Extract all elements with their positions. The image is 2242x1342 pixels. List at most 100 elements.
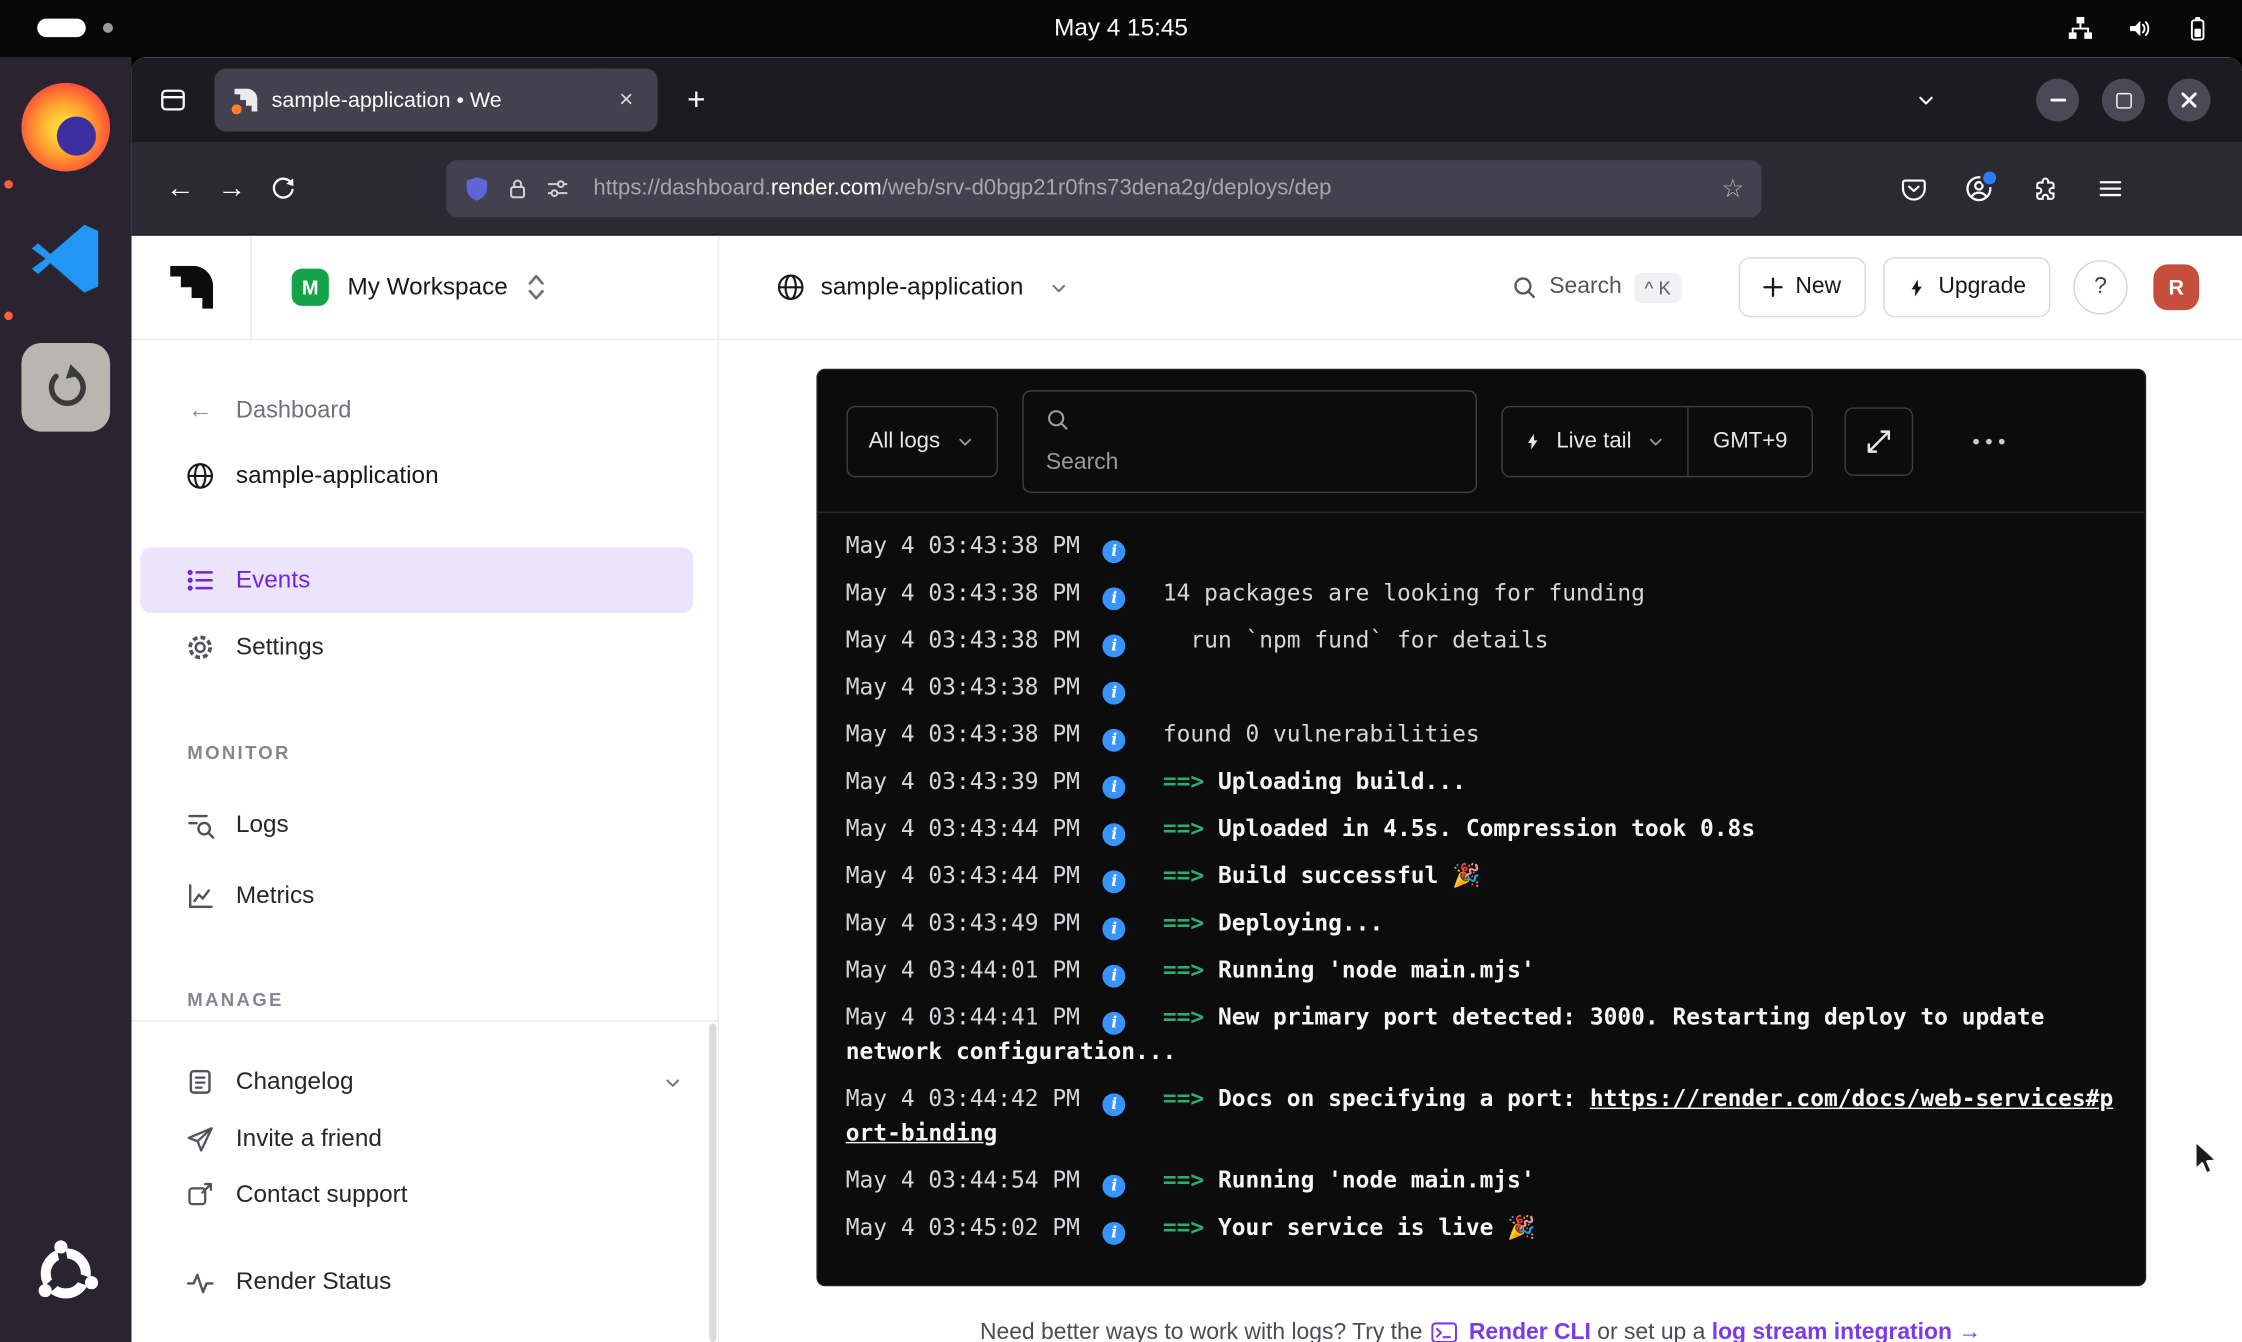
minimize-button[interactable] — [2036, 79, 2079, 122]
chevron-down-icon — [662, 1071, 683, 1092]
changelog-icon — [186, 1068, 215, 1097]
firefox-view-button[interactable] — [149, 76, 198, 125]
upgrade-button[interactable]: Upgrade — [1883, 257, 2051, 317]
network-icon[interactable] — [2068, 16, 2094, 42]
log-entry: May 4 03:45:02 PMi==> Your service is li… — [846, 1205, 2116, 1252]
global-search[interactable]: Search ^ K — [1511, 272, 1681, 302]
list-tabs-button[interactable] — [1902, 76, 1951, 125]
help-label: ? — [2094, 274, 2107, 300]
log-text: Uploading build... — [1218, 767, 1466, 794]
log-timestamp: May 4 03:43:38 PM — [846, 626, 1080, 653]
back-button[interactable]: ← — [154, 163, 205, 214]
plus-icon — [1762, 277, 1782, 297]
tab-favicon — [234, 89, 257, 112]
expand-logs-button[interactable] — [1845, 407, 1914, 476]
sidebar-divider — [132, 1020, 718, 1021]
software-updater-dock-icon[interactable] — [21, 343, 110, 432]
pocket-icon[interactable] — [1887, 163, 1938, 214]
search-label: Search — [1549, 274, 1621, 300]
user-avatar[interactable]: R — [2153, 264, 2199, 310]
log-text: ==> — [1163, 862, 1218, 889]
render-dashboard-page: M My Workspace sample-application Search… — [132, 236, 2242, 1342]
log-text: ==> — [1163, 815, 1218, 842]
new-tab-button[interactable]: + — [672, 76, 721, 125]
workspace-name: My Workspace — [347, 273, 507, 302]
upgrade-button-label: Upgrade — [1938, 274, 2026, 300]
live-tail-label: Live tail — [1556, 428, 1631, 454]
close-button[interactable] — [2168, 79, 2211, 122]
firefox-dock-icon[interactable] — [21, 83, 110, 172]
battery-icon[interactable] — [2185, 16, 2211, 42]
live-tail-dropdown[interactable]: Live tail — [1503, 407, 1688, 476]
chevron-down-icon — [1646, 431, 1666, 451]
new-button-label: New — [1795, 274, 1841, 300]
menu-hamburger-icon[interactable] — [2085, 163, 2136, 214]
vscode-running-dot — [4, 312, 13, 321]
logs-footer-note: Need better ways to work with logs? Try … — [719, 1321, 2242, 1342]
sidebar-item-invite[interactable]: Invite a friend — [186, 1110, 684, 1167]
log-timestamp: May 4 03:43:38 PM — [846, 673, 1080, 700]
sidebar-item-changelog[interactable]: Changelog — [186, 1053, 684, 1110]
url-bar[interactable]: https://dashboard.render.com/web/srv-d0b… — [446, 160, 1761, 217]
system-clock[interactable]: May 4 15:45 — [0, 14, 2242, 43]
vscode-dock-icon[interactable] — [24, 217, 107, 300]
manage-heading: MANAGE — [187, 989, 283, 1010]
maximize-button[interactable] — [2102, 79, 2145, 122]
log-timestamp: May 4 03:43:38 PM — [846, 720, 1080, 747]
workspace-selector[interactable]: M My Workspace — [252, 236, 720, 339]
log-timestamp: May 4 03:45:02 PM — [846, 1213, 1080, 1240]
sidebar-item-metrics[interactable]: Metrics — [186, 868, 684, 925]
log-timestamp: May 4 03:43:44 PM — [846, 862, 1080, 889]
sidebar: ← Dashboard sample-application Events — [132, 340, 720, 1342]
log-filter-dropdown[interactable]: All logs — [846, 405, 999, 476]
sidebar-item-settings[interactable]: Settings — [186, 619, 684, 676]
log-entry: May 4 03:44:01 PMi==> Running 'node main… — [846, 948, 2116, 995]
info-icon: i — [1103, 822, 1126, 845]
sidebar-back-dashboard[interactable]: ← Dashboard — [186, 382, 684, 439]
system-tray[interactable] — [2068, 0, 2211, 57]
sidebar-item-render-status[interactable]: Render Status — [186, 1253, 684, 1310]
timezone-button[interactable]: GMT+9 — [1689, 407, 1812, 476]
render-logo[interactable] — [132, 236, 252, 339]
browser-tab[interactable]: sample-application • We × — [214, 69, 657, 132]
render-cli-link[interactable]: Render CLI — [1469, 1321, 1591, 1342]
sidebar-item-events[interactable]: Events — [140, 547, 693, 613]
log-entry: May 4 03:43:38 PMi — [846, 665, 2116, 712]
forward-button[interactable]: → — [206, 163, 257, 214]
changelog-label: Changelog — [236, 1068, 354, 1097]
sidebar-item-logs[interactable]: Logs — [186, 796, 684, 853]
service-selector[interactable]: sample-application — [719, 273, 1069, 302]
window-controls — [2036, 79, 2210, 122]
log-timestamp: May 4 03:43:44 PM — [846, 815, 1080, 842]
sidebar-service[interactable]: sample-application — [186, 447, 684, 504]
log-text: Running 'node main.mjs' — [1218, 1166, 1535, 1193]
ubuntu-dock-icon[interactable] — [26, 1233, 106, 1313]
log-search-input[interactable]: Search — [1023, 389, 1478, 492]
dock — [0, 57, 132, 1342]
chevron-down-icon — [1048, 277, 1069, 298]
events-label: Events — [236, 566, 310, 595]
sidebar-scrollbar[interactable] — [709, 1023, 716, 1342]
sidebar-item-contact[interactable]: Contact support — [186, 1166, 684, 1223]
info-icon: i — [1103, 917, 1126, 940]
more-options-button[interactable] — [1973, 438, 2004, 444]
bookmark-star-icon[interactable]: ☆ — [1721, 174, 1744, 204]
help-button[interactable]: ? — [2073, 260, 2127, 314]
volume-icon[interactable] — [2126, 16, 2152, 42]
invite-label: Invite a friend — [236, 1125, 382, 1154]
new-button[interactable]: New — [1738, 257, 1865, 317]
workspace-avatar: M — [292, 269, 329, 306]
url-text[interactable]: https://dashboard.render.com/web/srv-d0b… — [593, 176, 1707, 202]
account-icon[interactable] — [1953, 163, 2004, 214]
back-label: Dashboard — [236, 397, 351, 424]
extensions-puzzle-icon[interactable] — [2019, 163, 2070, 214]
lock-icon[interactable] — [505, 176, 531, 202]
reload-button[interactable] — [257, 163, 308, 214]
log-stream-integration-link[interactable]: log stream integration — [1712, 1321, 1952, 1342]
log-panel: All logs Search Live tail — [816, 369, 2146, 1287]
tracking-protection-shield-icon[interactable] — [463, 175, 490, 202]
permissions-icon[interactable] — [545, 176, 571, 202]
log-timestamp: May 4 03:44:42 PM — [846, 1085, 1080, 1112]
log-text: Running 'node main.mjs' — [1218, 956, 1535, 983]
back-arrow-icon: ← — [186, 396, 215, 425]
